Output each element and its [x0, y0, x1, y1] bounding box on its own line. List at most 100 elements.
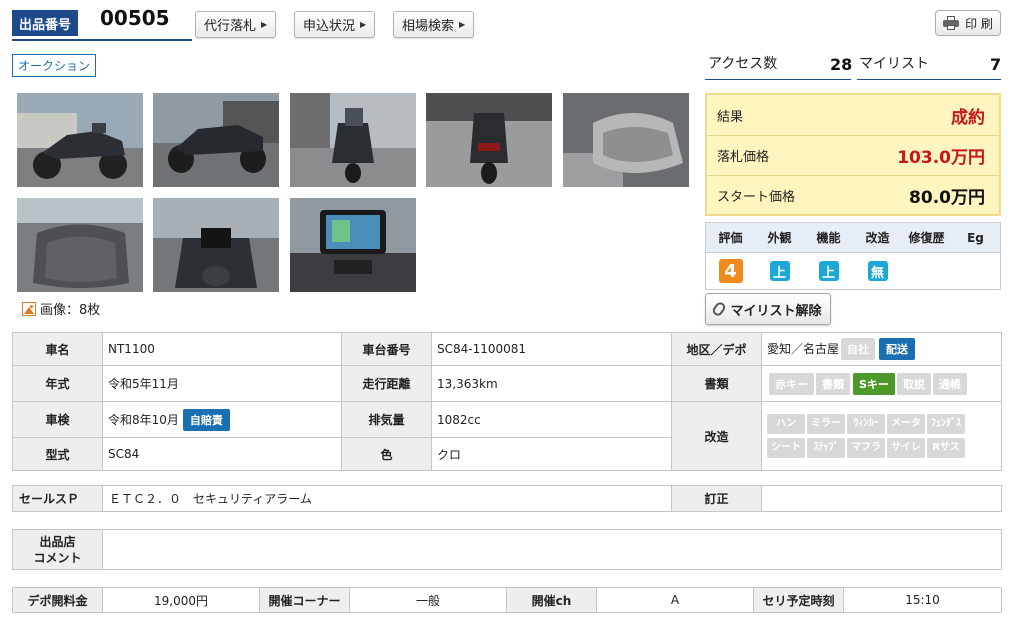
mod-rear-suspension-chip: Rサス [927, 438, 965, 458]
market-search-button[interactable]: 相場検索 ▶ [393, 11, 475, 38]
corner-value: 一般 [349, 587, 507, 613]
vehicle-photo-7[interactable] [153, 198, 279, 292]
self-owned-tag: 自社 [841, 338, 876, 360]
mod-meter-chip: メータ [887, 414, 925, 434]
sales-point-value: ＥＴＣ２．０ セキュリティアラーム [102, 485, 672, 512]
channel-label: 開催ch [506, 587, 597, 613]
seller-comment-label: 出品店 コメント [12, 529, 103, 570]
proxy-bid-label: 代行落札 [204, 19, 257, 34]
start-price-label: スタート価格 [717, 190, 796, 205]
application-status-button[interactable]: 申込状況 ▶ [294, 11, 376, 38]
correction-label: 訂正 [671, 485, 762, 512]
mod-seat-chip: シート [767, 438, 805, 458]
model-label: 型式 [12, 437, 103, 471]
remove-mylist-button[interactable]: マイリスト解除 [705, 293, 831, 325]
vehicle-photo-3[interactable] [290, 93, 416, 187]
proxy-bid-button[interactable]: 代行落札 ▶ [195, 11, 277, 38]
result-row: 結果 成約 [707, 95, 999, 135]
auction-info-table: デポ開料金 19,000円 開催コーナー 一般 開催ch A セリ予定時刻 15… [12, 587, 1002, 613]
rating-header-engine: Eg [967, 230, 984, 245]
displacement-label: 排気量 [341, 401, 432, 438]
application-status-label: 申込状況 [303, 19, 356, 34]
depot-fee-label: デポ開料金 [12, 587, 103, 613]
color-label: 色 [341, 437, 432, 471]
rating-header-exterior: 外観 [767, 231, 792, 245]
s-key-tag: Sキー [853, 372, 895, 395]
score-badge: 4 [718, 259, 743, 283]
mod-silencer-chip: サイレ [887, 438, 925, 458]
frame-number-value: SC84-1100081 [431, 332, 672, 366]
sales-point-label: セールスＰ [12, 485, 103, 512]
vehicle-photo-1[interactable] [17, 93, 143, 187]
color-value: クロ [431, 437, 672, 471]
paperclip-icon [711, 300, 728, 318]
mod-winker-chip: ｳｨﾝｶｰ [847, 414, 885, 434]
caret-right-icon: ▶ [459, 20, 466, 29]
auction-tag: オークション [12, 54, 96, 77]
correction-value [761, 485, 1002, 512]
mylist-count-label: マイリスト [859, 56, 929, 72]
mod-step-chip: ｽﾃｯﾌﾟ [807, 438, 845, 458]
caret-right-icon: ▶ [360, 20, 367, 29]
documents-label: 書類 [671, 365, 762, 402]
mod-handle-chip: ハン [767, 414, 805, 434]
vehicle-photo-6[interactable] [17, 198, 143, 292]
name-value: NT1100 [102, 332, 342, 366]
caret-right-icon: ▶ [261, 20, 268, 29]
delivery-tag: 配送 [879, 338, 916, 360]
image-count: 画像：8枚 [22, 299, 100, 318]
remove-mylist-label: マイリスト解除 [730, 303, 822, 319]
modification-label: 改造 [671, 401, 762, 471]
print-button[interactable]: 印 刷 [935, 10, 1001, 36]
mylist-underline [857, 79, 1001, 80]
lot-underline [12, 39, 192, 41]
lot-number: 00505 [100, 6, 170, 30]
access-underline [705, 79, 851, 80]
spec-table: 車名 NT1100 車台番号 SC84-1100081 地区／デポ 愛知／名古屋… [12, 332, 1002, 471]
passbook-tag: 通帳 [932, 372, 967, 395]
exterior-badge: 上 [769, 261, 790, 281]
red-key-tag: 赤キー [769, 372, 814, 395]
mylist-count-value: 7 [990, 55, 1002, 74]
access-count-label: アクセス数 [708, 56, 778, 72]
seller-comment-table: 出品店 コメント [12, 529, 1002, 570]
vehicle-photo-2[interactable] [153, 93, 279, 187]
printer-icon [943, 16, 960, 30]
market-search-label: 相場検索 [402, 19, 455, 34]
displacement-value: 1082cc [431, 401, 672, 438]
corner-label: 開催コーナー [259, 587, 350, 613]
vehicle-photo-4[interactable] [426, 93, 552, 187]
vehicle-photo-5[interactable] [563, 93, 689, 187]
result-value: 成約 [951, 107, 985, 128]
name-label: 車名 [12, 332, 103, 366]
rating-header-score: 評価 [718, 231, 743, 245]
region-label: 地区／デポ [671, 332, 762, 366]
modification-badge: 無 [867, 261, 888, 281]
inspection-value: 令和8年10月 [108, 412, 179, 427]
winning-price-value: 103.0万円 [897, 148, 985, 168]
print-label: 印 刷 [965, 16, 993, 31]
manual-tag: 取説 [896, 372, 931, 395]
region-value: 愛知／名古屋 [767, 342, 840, 356]
inspection-label: 車検 [12, 401, 103, 438]
rating-header-modification: 改造 [865, 231, 890, 245]
result-label: 結果 [717, 109, 744, 125]
lot-number-label: 出品番号 [12, 10, 78, 36]
year-label: 年式 [12, 365, 103, 402]
rating-header-repair: 修復歴 [908, 231, 945, 245]
result-panel: 結果 成約 落札価格 103.0万円 スタート価格 80.0万円 [705, 93, 1001, 216]
rating-header-function: 機能 [816, 231, 841, 245]
insurance-tag: 自賠責 [182, 408, 230, 431]
winning-price-row: 落札価格 103.0万円 [707, 135, 999, 175]
seller-comment-value [102, 529, 1002, 570]
auction-time-value: 15:10 [843, 587, 1002, 613]
frame-number-label: 車台番号 [341, 332, 432, 366]
image-icon [22, 301, 36, 316]
depot-fee-value: 19,000円 [102, 587, 260, 613]
function-badge: 上 [818, 261, 839, 281]
model-value: SC84 [102, 437, 342, 471]
mileage-label: 走行距離 [341, 365, 432, 402]
vehicle-photo-8[interactable] [290, 198, 416, 292]
repair-cell [902, 253, 951, 289]
mod-muffler-chip: マフラ [847, 438, 885, 458]
